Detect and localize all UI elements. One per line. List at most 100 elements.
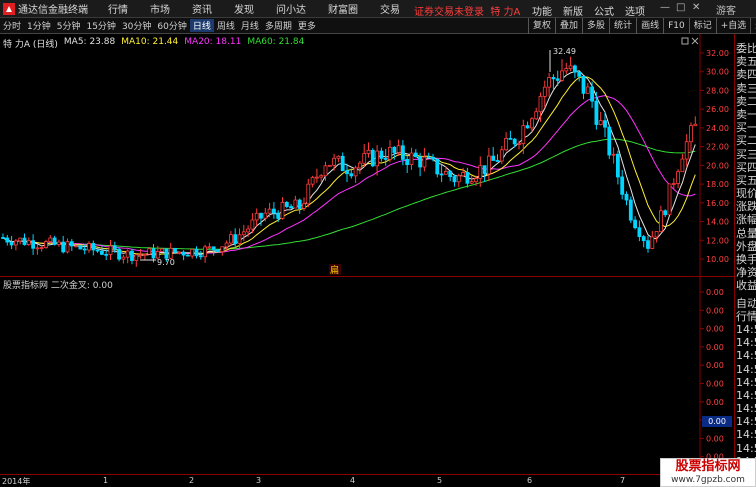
candle-body: [314, 176, 319, 179]
candle-body: [340, 155, 345, 172]
login-warning[interactable]: 证券交易未登录 特 力A: [414, 3, 520, 18]
menu-item-discover[interactable]: 发现: [234, 1, 254, 16]
side-panel-tick-row: 14:5: [736, 322, 756, 336]
candle-body: [534, 111, 539, 120]
candle-body: [95, 249, 100, 252]
side-panel-field: 净资: [736, 266, 756, 280]
tool-back[interactable]: 返回: [750, 18, 756, 34]
candle-body: [568, 65, 573, 70]
price-tick-label: 14.00: [706, 218, 729, 227]
candle-body: [461, 172, 466, 177]
menu-item-market[interactable]: 市场: [150, 1, 170, 16]
chart-restore-icon[interactable]: [681, 37, 689, 45]
candle-body: [366, 149, 371, 154]
candlestick-chart[interactable]: 32.00 30.00 28.00 26.00 24.00 22.00 20.00 18.00…: [0, 34, 734, 277]
candle-body: [100, 250, 104, 255]
date-label: 2: [189, 476, 195, 485]
candle-body: [508, 137, 513, 140]
candle-body: [147, 248, 152, 255]
period-15min[interactable]: 15分钟: [83, 19, 118, 32]
candle-body: [289, 206, 294, 209]
candle-body: [396, 145, 401, 153]
watermark: 股票指标网 www.7gpzb.com: [660, 458, 756, 487]
candle-body: [504, 137, 509, 151]
period-weekly[interactable]: 周线: [214, 19, 238, 32]
window-close-icon[interactable]: ✕: [692, 2, 700, 13]
high-price-label: 32.49: [553, 47, 576, 56]
tool-draw-line[interactable]: 画线: [636, 18, 663, 34]
menu-item-ask[interactable]: 问小达: [276, 1, 306, 16]
candle-body: [207, 246, 212, 249]
period-5min[interactable]: 5分钟: [54, 19, 84, 32]
menu-formula[interactable]: 公式: [594, 3, 614, 18]
period-monthly[interactable]: 月线: [238, 19, 262, 32]
guest-label[interactable]: 游客: [716, 2, 736, 17]
candle-body: [224, 242, 229, 248]
menu-options[interactable]: 选项: [625, 3, 645, 18]
tool-restore-rights[interactable]: 复权: [528, 18, 555, 34]
menu-function[interactable]: 功能: [532, 3, 552, 18]
indicator-tick-label: 0.00: [706, 398, 724, 407]
period-daily[interactable]: 日线: [189, 19, 214, 32]
watermark-title: 股票指标网: [675, 459, 741, 474]
period-tick[interactable]: 分时: [0, 19, 24, 32]
tool-add-watchlist[interactable]: +自选: [715, 18, 751, 34]
candle-body: [474, 178, 478, 183]
tool-mark[interactable]: 标记: [688, 18, 716, 34]
candle-body: [641, 236, 646, 242]
side-panel-field: 卖四: [736, 68, 756, 82]
price-tick-label: 20.00: [706, 161, 729, 170]
candle-body: [323, 165, 328, 177]
side-panel-tick-row: 14:5: [736, 375, 756, 389]
candle-body: [667, 183, 672, 216]
window-minimize-icon[interactable]: —: [660, 2, 670, 13]
tool-statistics[interactable]: 统计: [609, 18, 636, 34]
candle-body: [142, 253, 147, 256]
candle-body: [168, 247, 173, 259]
candle-body: [57, 241, 61, 245]
period-60min[interactable]: 60分钟: [154, 19, 189, 32]
candle-body: [426, 156, 431, 159]
candle-body: [241, 231, 246, 236]
chart-close-icon[interactable]: [691, 37, 699, 45]
date-label: 7: [620, 476, 626, 485]
indicator-chart[interactable]: 0.000.000.000.000.000.000.000.000.000.00…: [0, 277, 734, 474]
candle-body: [31, 240, 36, 249]
candle-body: [284, 202, 289, 207]
candle-body: [271, 208, 276, 214]
candle-body: [181, 251, 186, 256]
candle-body: [616, 153, 620, 178]
candle-body: [254, 212, 259, 221]
menu-new-version[interactable]: 新版: [563, 3, 583, 18]
legend-ma60: MA60: 21.84: [247, 37, 305, 47]
candle-body: [44, 241, 48, 248]
candle-body: [117, 248, 121, 260]
period-30min[interactable]: 30分钟: [119, 19, 154, 32]
candle-body: [491, 155, 496, 161]
menu-item-quotes[interactable]: 行情: [108, 1, 128, 16]
side-panel-tick-row: 14:5: [736, 441, 756, 455]
candle-body: [233, 234, 238, 244]
legend-ma10: MA10: 21.44: [121, 37, 179, 47]
candle-body: [495, 160, 500, 162]
candle-body: [246, 228, 251, 233]
candle-body: [138, 254, 143, 256]
period-multi[interactable]: 多周期: [262, 19, 295, 32]
menu-item-wealth[interactable]: 财富圈: [328, 1, 358, 16]
candle-body: [422, 156, 427, 168]
candle-body: [267, 208, 272, 214]
tool-f10[interactable]: F10: [663, 18, 689, 34]
candle-body: [435, 158, 440, 175]
window-maximize-icon[interactable]: □: [676, 2, 685, 13]
candle-body: [198, 255, 203, 258]
tool-multi-stock[interactable]: 多股: [582, 18, 609, 34]
period-more[interactable]: 更多: [295, 19, 319, 32]
date-axis: 2014年 1 2 3 4 5 6 7: [0, 474, 734, 487]
menu-item-news[interactable]: 资讯: [192, 1, 212, 16]
candle-body: [633, 219, 637, 229]
period-1min[interactable]: 1分钟: [24, 19, 54, 32]
tool-overlay[interactable]: 叠加: [555, 18, 582, 34]
candle-body: [87, 243, 91, 251]
menu-item-trade[interactable]: 交易: [380, 1, 400, 16]
candle-body: [689, 125, 693, 143]
